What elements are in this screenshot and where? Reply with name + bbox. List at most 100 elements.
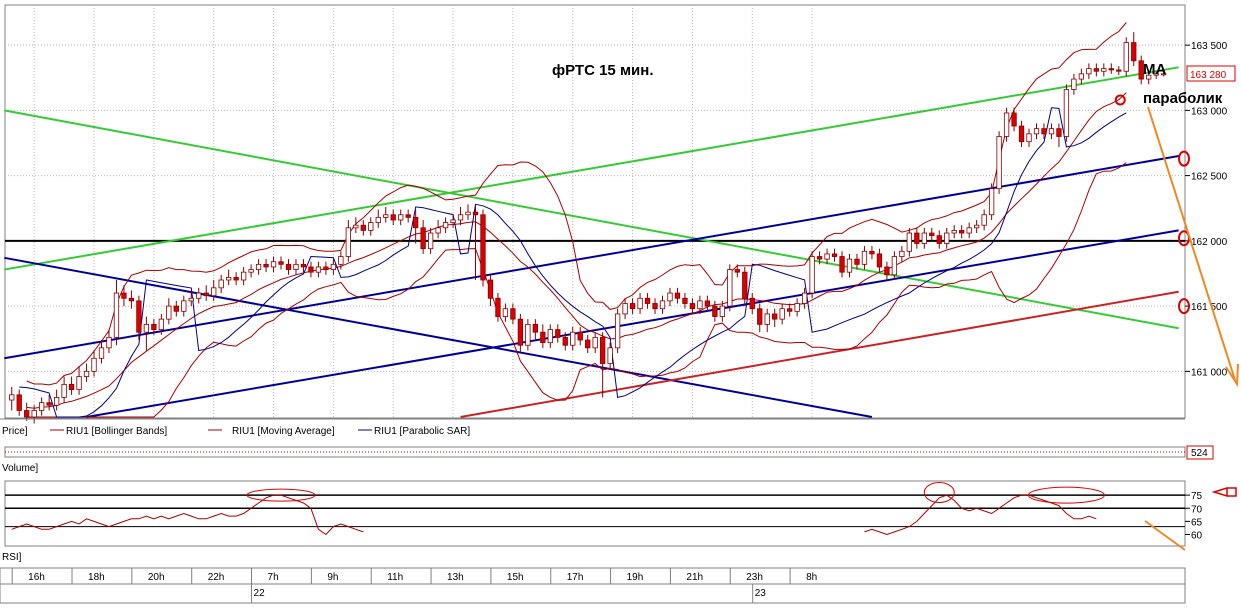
candle-body <box>106 337 112 349</box>
candle-body <box>91 357 97 372</box>
rsi-left-arrow <box>1211 487 1237 498</box>
candle-body <box>944 232 950 244</box>
candle-body <box>368 222 374 231</box>
candle-body <box>1063 89 1070 137</box>
candle-body <box>1041 128 1047 135</box>
candle-body <box>353 224 359 229</box>
candle-body <box>697 300 703 310</box>
candle-body <box>532 323 538 333</box>
candle-body <box>457 214 464 221</box>
candle-body <box>181 300 187 312</box>
candle-body <box>966 227 972 234</box>
time-tick-label: 9h <box>327 572 338 583</box>
candle-body <box>1131 42 1137 62</box>
time-tick-label: 19h <box>627 572 644 583</box>
volume-last-value: 524 <box>1191 448 1208 459</box>
candle-body <box>562 337 568 346</box>
candle-body <box>555 329 561 338</box>
candle-body <box>203 292 209 297</box>
candle-body <box>891 256 898 276</box>
candle-body <box>614 313 621 349</box>
time-tick-label: 15h <box>507 572 524 583</box>
rsi-tick-label: 75 <box>1191 491 1203 502</box>
candle-body <box>1123 42 1129 72</box>
candle-body <box>540 331 546 344</box>
candle-body <box>398 214 404 221</box>
candle-body <box>801 292 808 304</box>
candle-body <box>31 410 37 418</box>
candle-body <box>570 331 576 346</box>
candle-body <box>884 266 890 276</box>
candle-body <box>442 222 449 229</box>
chart-root: 161 000 161 500 162 000 162 500 163 000 163 5… <box>0 0 1241 605</box>
candle-body <box>248 269 254 273</box>
candle-body <box>689 303 696 310</box>
candle-body <box>233 276 239 281</box>
candle-body <box>270 261 277 268</box>
candle-body <box>906 232 912 252</box>
candle-body <box>585 339 591 349</box>
candle-body <box>1033 128 1040 135</box>
candle-body <box>427 232 434 250</box>
candle-body <box>1116 69 1122 72</box>
candle-body <box>390 214 396 221</box>
candle-body <box>1011 112 1017 127</box>
candle-body <box>592 337 598 349</box>
volume-label: Volume] <box>2 463 38 474</box>
rsi-tick-label: 60 <box>1191 531 1203 542</box>
price-tick-label: 162 000 <box>1191 237 1228 248</box>
candle-body <box>914 232 920 244</box>
candle-body <box>68 383 75 390</box>
time-axis-frame <box>0 567 1186 604</box>
candle-body <box>794 303 800 312</box>
candle-body <box>869 250 875 255</box>
candle-body <box>787 308 793 312</box>
day-tick-label: 23 <box>755 588 767 599</box>
candle-body <box>1056 128 1062 137</box>
candle-body <box>196 292 202 299</box>
candle-body <box>831 253 838 257</box>
candle-body <box>929 232 935 237</box>
last-price-label: 163 280 <box>1190 70 1227 81</box>
candle-body <box>1071 78 1077 90</box>
time-tick-label: 17h <box>567 572 584 583</box>
price-tick-label: 163 000 <box>1191 106 1228 117</box>
parabolic-annotation: параболик <box>1143 90 1223 107</box>
candle-body <box>136 300 142 333</box>
candle-body <box>151 323 157 330</box>
candle-body <box>16 394 22 411</box>
candle-body <box>816 256 823 260</box>
time-tick-label: 20h <box>148 572 165 583</box>
candle-body <box>323 266 329 270</box>
candle-body <box>450 219 456 223</box>
candle-body <box>39 402 45 411</box>
legend-moving-average: RIU1 [Moving Average] <box>232 426 335 437</box>
candle-body <box>472 211 479 216</box>
candle-body <box>83 370 90 377</box>
candle-body <box>98 347 105 359</box>
candle-body <box>345 227 351 257</box>
candle-body <box>420 227 426 250</box>
candle-body <box>652 303 658 310</box>
candle-body <box>861 250 868 265</box>
candle-body <box>113 292 120 338</box>
time-tick-label: 21h <box>686 572 703 583</box>
candle-body <box>143 323 150 333</box>
candle-body <box>383 214 389 218</box>
candle-body <box>1003 112 1010 137</box>
candle-body <box>293 263 299 270</box>
candle-body <box>121 292 127 299</box>
candle-body <box>263 263 269 268</box>
candle-body <box>899 250 905 257</box>
time-tick-label: 8h <box>806 572 817 583</box>
candle-body <box>465 211 471 216</box>
candle-body <box>659 300 666 310</box>
price-tick-label: 162 500 <box>1191 172 1228 183</box>
candle-body <box>921 232 927 244</box>
candle-body <box>577 331 583 341</box>
ma-annotation: MA <box>1143 61 1166 78</box>
candle-body <box>981 214 987 226</box>
candle-body <box>1078 73 1085 80</box>
candle-body <box>9 394 15 401</box>
candle-body <box>622 303 628 315</box>
